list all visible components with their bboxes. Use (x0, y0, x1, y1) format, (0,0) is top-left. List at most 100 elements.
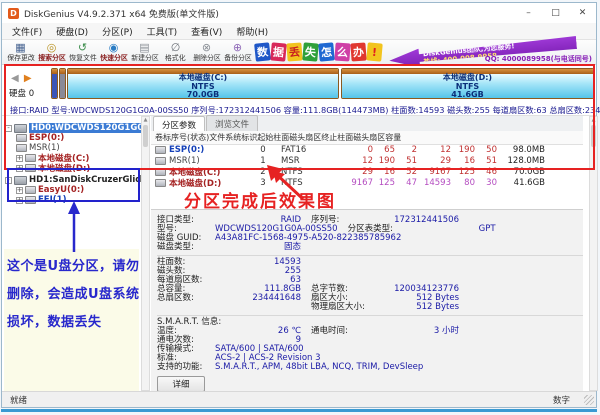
toolbar-button[interactable]: ◎ 搜索分区 (36, 40, 67, 64)
cell-index: 0 (245, 145, 281, 155)
toolbar-button-label: 快速分区 (100, 54, 128, 61)
menu-item[interactable]: 硬盘(D) (49, 23, 95, 40)
column-header[interactable]: 磁头 (289, 132, 305, 143)
tree-item-hd0[interactable]: - HD0:WDCWDS120G1G0A-00SS50(112GB) (5, 123, 141, 133)
cell-index: 2 (245, 167, 281, 177)
menu-item[interactable]: 工具(T) (140, 23, 185, 40)
toolbar-icon: ◎ (47, 42, 57, 54)
expand-icon[interactable]: + (16, 197, 23, 204)
detail-label: 磁盘类型: (157, 243, 215, 252)
next-disk-icon[interactable]: ▶ (24, 73, 33, 84)
tree-item-label: ESP(0:) (29, 133, 64, 143)
detail-value: S.M.A.R.T., APM, 48bit LBA, NCQ, TRIM, D… (215, 363, 423, 372)
tab-browse-files[interactable]: 浏览文件 (206, 115, 258, 131)
column-header[interactable]: 扇区 (305, 132, 321, 143)
toolbar-button[interactable]: ◉ 快速分区 (98, 40, 129, 64)
collapse-icon[interactable]: - (5, 125, 12, 132)
menu-item[interactable]: 文件(F) (5, 23, 49, 40)
menu-item[interactable]: 分区(P) (95, 23, 139, 40)
cell-start-head: 125 (373, 178, 395, 188)
minimize-button[interactable]: – (515, 3, 542, 23)
ad-qq: QQ: 4000089958(与电话同号) (485, 54, 592, 64)
table-row[interactable]: ESP(0:) 0 FAT16 0 65 2 12 190 50 98.0MB (151, 144, 583, 155)
collapse-icon[interactable]: - (5, 177, 12, 184)
detail-row: 磁盘类型: 固态 (157, 243, 583, 252)
tree-item-efi[interactable]: + EFI(1) (16, 195, 141, 205)
tree-scrollbar[interactable]: ▲ (141, 116, 150, 391)
column-header[interactable]: 标识 (241, 132, 257, 143)
prev-disk-icon[interactable]: ◀ (11, 73, 20, 84)
toolbar-button[interactable]: ⊗ 删除分区 (191, 40, 222, 64)
disk-icon (14, 124, 27, 133)
toolbar-button-label: 删除分区 (193, 54, 221, 61)
status-bar: 就绪 数字 (2, 391, 596, 407)
table-row[interactable]: 本地磁盘(C:) 2 NTFS 29 16 52 9167 125 46 70.… (151, 166, 583, 177)
partition-bar-d[interactable]: 本地磁盘(D:) NTFS 41.6GB (341, 68, 594, 99)
detail-value: GPT (414, 225, 496, 234)
ad-tile: 丢 (286, 42, 302, 61)
toolbar-button-label: 格式化 (165, 54, 186, 61)
toolbar-button[interactable]: ∅ 格式化 (160, 40, 191, 64)
toolbar-icon: ↺ (78, 42, 87, 54)
cell-index: 3 (245, 178, 281, 188)
table-row[interactable]: MSR(1) 1 MSR 12 190 51 29 16 51 128.0MB (151, 155, 583, 166)
right-scrollbar[interactable]: ▲ (589, 116, 598, 391)
cell-end-cyl: 29 (417, 156, 451, 166)
partition-detail-panel: 分区参数 浏览文件 卷标序号(状态)文件系统标识起始柱面磁头扇区终止柱面磁头扇区… (151, 116, 583, 391)
toolbar-button[interactable]: ⊕ 备份分区 (222, 40, 253, 64)
detail-row: 总扇区数: 234441648 扇区大小: 512 Bytes (157, 294, 583, 303)
column-header[interactable]: 文件系统 (209, 132, 241, 143)
detail-row: 磁盘 GUID: A43A81FC-1568-4975-A520-8223857… (157, 234, 583, 243)
expand-icon[interactable]: + (16, 165, 23, 172)
menu-item[interactable]: 查看(V) (184, 23, 229, 40)
cell-capacity: 98.0MB (497, 145, 545, 155)
tree-item-label: EasyU(0:) (38, 185, 84, 195)
detail-value: 512 Bytes (377, 303, 459, 312)
partition-bar-msr[interactable] (59, 68, 66, 99)
detail-value: 3 小时 (377, 327, 459, 336)
cell-filesystem: MSR (281, 156, 323, 166)
toolbar-button[interactable]: ▤ 新建分区 (129, 40, 160, 64)
toolbar-button[interactable]: ▦ 保存更改 (5, 40, 36, 64)
table-row[interactable]: 本地磁盘(D:) 3 NTFS 9167 125 47 14593 80 30 … (151, 177, 583, 188)
column-header[interactable]: 终止柱面 (321, 132, 353, 143)
disk-tree-panel: - HD0:WDCWDS120G1G0A-00SS50(112GB) ESP(0… (2, 116, 142, 391)
detail-row: 柱面数: 14593 (157, 258, 583, 267)
expand-icon[interactable]: + (16, 155, 23, 162)
scroll-thumb[interactable] (143, 125, 148, 147)
maximize-button[interactable]: □ (542, 3, 569, 23)
resize-grip-icon[interactable] (584, 395, 594, 405)
cell-end-head: 125 (451, 167, 475, 177)
column-header[interactable]: 扇区 (369, 132, 385, 143)
tree-item-easyu[interactable]: + EasyU(0:) (16, 185, 141, 195)
scroll-up-icon[interactable]: ▲ (590, 117, 597, 124)
scroll-thumb[interactable] (591, 125, 596, 147)
tree-item-esp[interactable]: ESP(0:) (16, 133, 141, 143)
window-accent-border (1, 409, 597, 412)
menu-item[interactable]: 帮助(H) (229, 23, 275, 40)
disk-overview-panel: ◀ ▶ 硬盘 0 本地磁盘(C:) NTFS 70.0GB 本地磁盘(D:) N… (2, 65, 596, 102)
partition-icon (25, 186, 36, 194)
expand-icon[interactable]: + (16, 187, 23, 194)
scroll-up-icon[interactable]: ▲ (142, 117, 149, 124)
toolbar-button[interactable]: ↺ 恢复文件 (67, 40, 98, 64)
tree-item-hd1[interactable]: - HD1:SanDiskCruzerGlide3.0(15GB) (5, 175, 141, 185)
cell-filesystem: NTFS (281, 178, 323, 188)
column-header[interactable]: 磁头 (353, 132, 369, 143)
cell-start-sector: 51 (395, 156, 417, 166)
cell-start-head: 65 (373, 145, 395, 155)
column-header[interactable]: 容量 (385, 132, 401, 143)
column-header[interactable]: 起始柱面 (257, 132, 289, 143)
close-button[interactable]: ✕ (569, 3, 596, 23)
details-button[interactable]: 详细 (157, 376, 205, 391)
tree-item-d[interactable]: + 本地磁盘(D:) (16, 163, 141, 173)
note-background (4, 249, 139, 391)
detail-label: 支持的功能: (157, 363, 215, 372)
cell-end-head: 80 (451, 178, 475, 188)
cell-volume-label: 本地磁盘(D:) (155, 177, 245, 189)
partition-bar-esp[interactable] (51, 68, 58, 99)
tab-partition-params[interactable]: 分区参数 (153, 116, 205, 132)
column-header[interactable]: 卷标 (155, 132, 171, 143)
partition-bar-c[interactable]: 本地磁盘(C:) NTFS 70.0GB (67, 68, 339, 99)
column-header[interactable]: 序号(状态) (171, 132, 209, 143)
